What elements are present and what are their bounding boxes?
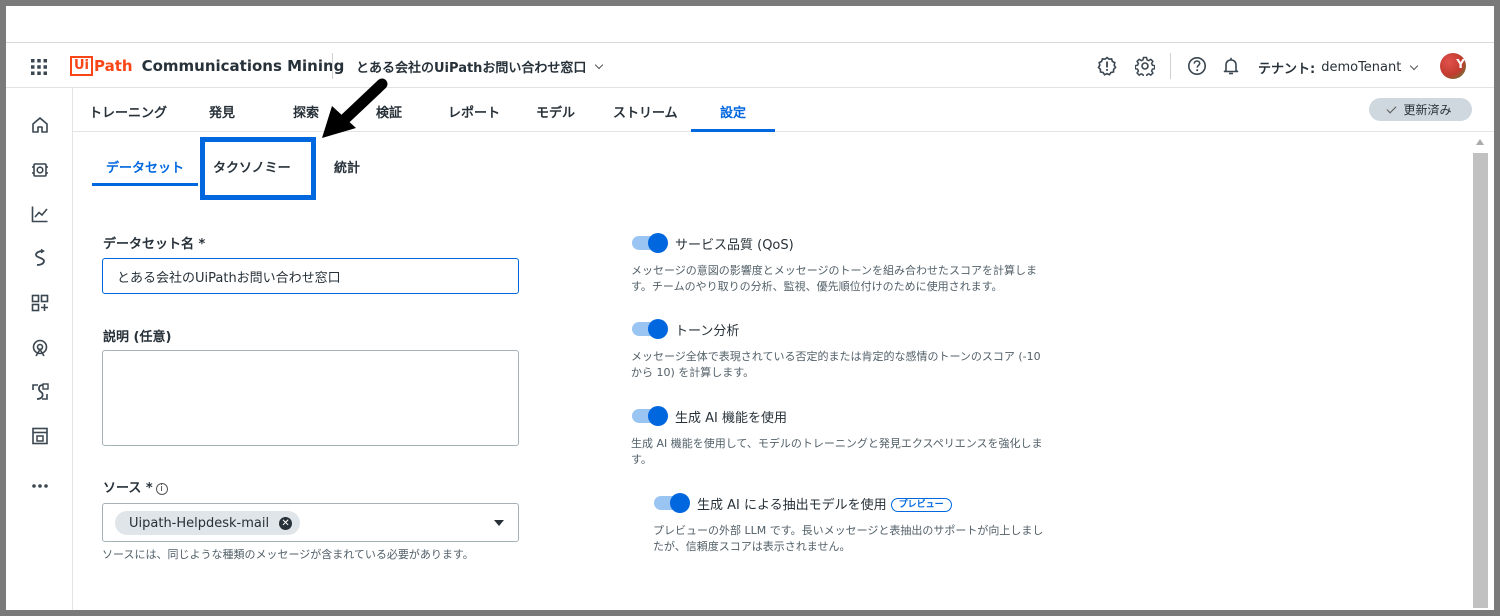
toggle-knob bbox=[670, 493, 690, 513]
user-avatar[interactable]: Y bbox=[1440, 53, 1466, 79]
tenant-label: テナント: bbox=[1258, 62, 1316, 77]
left-nav-rail bbox=[6, 88, 73, 610]
description-label: 説明 (任意) bbox=[103, 330, 172, 345]
tab-settings[interactable]: 設定 bbox=[720, 102, 746, 121]
dataset-selector[interactable]: とある会社のUiPathお問い合わせ窓口 bbox=[356, 57, 604, 76]
info-icon[interactable]: i bbox=[155, 483, 168, 495]
settings-gear-icon[interactable] bbox=[1135, 56, 1155, 76]
chevron-down-icon bbox=[1410, 61, 1419, 70]
annotation-arrow-icon bbox=[322, 78, 388, 138]
subtab-dataset[interactable]: データセット bbox=[106, 157, 184, 176]
tab-models[interactable]: モデル bbox=[536, 102, 575, 121]
status-badge-label: 更新済み bbox=[1403, 103, 1452, 117]
logo-path-text: Path bbox=[94, 57, 133, 75]
tab-training[interactable]: トレーニング bbox=[89, 102, 167, 121]
genai-extraction-title-row: 生成 AI による抽出モデルを使用 プレビュー bbox=[697, 494, 952, 513]
qos-description: メッセージの意図の影響度とメッセージのトーンを組み合わせたスコアを計算しま す。… bbox=[631, 263, 1051, 295]
apps-grid-icon[interactable] bbox=[30, 58, 48, 76]
source-label: ソース * bbox=[103, 481, 153, 496]
tone-title: トーン分析 bbox=[675, 324, 740, 339]
home-icon[interactable] bbox=[30, 115, 50, 135]
genai-extraction-description-line: プレビューの外部 LLM です。長いメッセージと表抽出のサポートが向上しまし bbox=[653, 524, 1044, 537]
tab-discover[interactable]: 発見 bbox=[209, 102, 235, 121]
toggle-knob bbox=[648, 406, 668, 426]
toggle-knob bbox=[648, 233, 668, 253]
more-icon[interactable] bbox=[30, 476, 50, 496]
help-icon[interactable] bbox=[1187, 56, 1207, 76]
analytics-icon[interactable] bbox=[30, 204, 50, 224]
alert-icon[interactable] bbox=[1097, 56, 1117, 76]
source-chip: Uipath-Helpdesk-mail ✕ bbox=[115, 511, 301, 535]
source-chip-label: Uipath-Helpdesk-mail bbox=[129, 515, 270, 531]
product-name: Communications Mining bbox=[141, 57, 345, 75]
scroll-up-arrow-icon[interactable] bbox=[1476, 139, 1484, 145]
tenant-selector[interactable]: テナント: demoTenant bbox=[1258, 58, 1419, 77]
tone-description-line: メッセージ全体で表現されている否定的または肯定的な感情のトーンのスコア (-10 bbox=[631, 350, 1041, 363]
active-tab-indicator bbox=[691, 129, 775, 132]
annotation-highlight-box bbox=[200, 137, 316, 200]
integration-icon[interactable] bbox=[30, 248, 50, 268]
training-icon[interactable] bbox=[30, 160, 50, 180]
header-divider bbox=[1170, 53, 1171, 79]
genai-description: 生成 AI 機能を使用して、モデルのトレーニングと発見エクスペリエンスを強化しま… bbox=[631, 436, 1051, 468]
qos-description-line: メッセージの意図の影響度とメッセージのトーンを組み合わせたスコアを計算しま bbox=[631, 264, 1038, 277]
stream-icon[interactable] bbox=[30, 338, 50, 358]
genai-extraction-description: プレビューの外部 LLM です。長いメッセージと表抽出のサポートが向上しまし た… bbox=[653, 523, 1073, 555]
vertical-scrollbar[interactable] bbox=[1473, 133, 1488, 610]
scrollbar-thumb[interactable] bbox=[1473, 153, 1488, 608]
check-icon bbox=[1387, 103, 1397, 113]
source-label-row: ソース * i bbox=[103, 477, 168, 496]
tone-toggle[interactable] bbox=[632, 319, 668, 339]
tone-description-line: から 10) を計算します。 bbox=[631, 366, 755, 379]
genai-extraction-description-line: たが、信頼度スコアは表示されません。 bbox=[653, 540, 851, 553]
description-textarea[interactable] bbox=[102, 350, 519, 446]
status-badge: 更新済み bbox=[1369, 98, 1472, 121]
product-logo[interactable]: Ui Path Communications Mining bbox=[70, 55, 344, 77]
dataset-selector-label: とある会社のUiPathお問い合わせ窓口 bbox=[356, 61, 587, 76]
connections-icon[interactable] bbox=[30, 382, 50, 402]
header-divider bbox=[332, 53, 333, 79]
source-helper-text: ソースには、同じような種類のメッセージが含まれている必要があります。 bbox=[102, 548, 474, 561]
dataset-name-input[interactable] bbox=[102, 258, 519, 294]
qos-toggle[interactable] bbox=[632, 233, 668, 253]
genai-extraction-title: 生成 AI による抽出モデルを使用 bbox=[697, 498, 887, 513]
app-header: Ui Path Communications Mining とある会社のUiPa… bbox=[6, 42, 1494, 88]
active-subtab-indicator bbox=[92, 183, 198, 186]
app-window: Ui Path Communications Mining とある会社のUiPa… bbox=[6, 6, 1494, 610]
genai-toggle[interactable] bbox=[632, 406, 668, 426]
tab-streams[interactable]: ストリーム bbox=[613, 102, 678, 121]
qos-title: サービス品質 (QoS) bbox=[675, 238, 794, 253]
main-tabs: トレーニング 発見 探索 検証 レポート モデル ストリーム 設定 更新済み bbox=[73, 88, 1494, 132]
preview-badge: プレビュー bbox=[890, 498, 952, 512]
logo-ui-mark: Ui bbox=[70, 56, 94, 76]
apps-add-icon[interactable] bbox=[30, 293, 50, 313]
resources-icon[interactable] bbox=[30, 426, 50, 446]
genai-extraction-toggle[interactable] bbox=[654, 493, 690, 513]
genai-description-line: 生成 AI 機能を使用して、モデルのトレーニングと発見エクスペリエンスを強化しま bbox=[631, 437, 1043, 450]
tenant-value: demoTenant bbox=[1321, 60, 1402, 75]
dropdown-arrow-icon[interactable] bbox=[494, 520, 504, 526]
avatar-initial: Y bbox=[1456, 57, 1465, 71]
chip-remove-icon[interactable]: ✕ bbox=[279, 516, 293, 530]
tone-description: メッセージ全体で表現されている否定的または肯定的な感情のトーンのスコア (-10… bbox=[631, 349, 1051, 381]
toggle-knob bbox=[648, 319, 668, 339]
tab-reports[interactable]: レポート bbox=[448, 102, 500, 121]
bell-icon[interactable] bbox=[1221, 56, 1241, 76]
genai-description-line: す。 bbox=[631, 453, 652, 466]
chevron-down-icon bbox=[595, 60, 604, 69]
qos-description-line: す。チームのやり取りの分析、監視、優先順位付けのために使用されます。 bbox=[631, 280, 1003, 293]
source-select[interactable]: Uipath-Helpdesk-mail ✕ bbox=[102, 503, 519, 542]
genai-title: 生成 AI 機能を使用 bbox=[675, 411, 787, 426]
subtab-statistics[interactable]: 統計 bbox=[334, 157, 360, 176]
dataset-name-label: データセット名 * bbox=[103, 237, 206, 252]
